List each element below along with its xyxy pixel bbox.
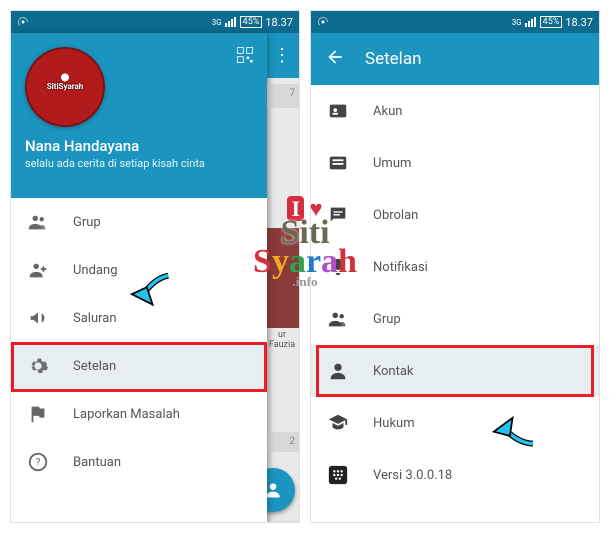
- menu-label: Undang: [73, 263, 118, 278]
- settings-header: Setelan: [311, 33, 599, 85]
- menu-item-undang[interactable]: Undang: [11, 246, 267, 294]
- settings-label: Umum: [373, 156, 411, 171]
- settings-item-notifikasi[interactable]: Notifikasi: [311, 241, 599, 293]
- broadcast-icon: [317, 16, 329, 28]
- settings-label: Hukum: [373, 416, 415, 431]
- graduation-cap-icon: [327, 412, 349, 434]
- battery-icon: 45%: [240, 16, 263, 28]
- status-bar: 3G 45% 18.37: [311, 11, 599, 33]
- contact-thumbnail[interactable]: [265, 228, 299, 328]
- menu-item-laporkan[interactable]: Laporkan Masalah: [11, 390, 267, 438]
- bbm-logo-icon: [327, 464, 349, 486]
- menu-item-grup[interactable]: Grup: [11, 198, 267, 246]
- settings-item-grup[interactable]: Grup: [311, 293, 599, 345]
- drawer-header: SitiSyarah Nana Handayana selalu ada cer…: [11, 33, 267, 198]
- settings-label: Versi 3.0.0.18: [373, 468, 452, 483]
- help-icon: ?: [27, 451, 49, 473]
- signal-icon: [525, 17, 537, 27]
- person-add-icon: [27, 259, 49, 281]
- settings-list: Akun Umum Obrolan Notifikasi Grup Kontak: [311, 85, 599, 501]
- menu-label: Laporkan Masalah: [73, 407, 180, 422]
- menu-label: Grup: [73, 215, 101, 230]
- account-card-icon: [327, 100, 349, 122]
- status-time: 18.37: [265, 16, 293, 29]
- settings-item-obrolan[interactable]: Obrolan: [311, 189, 599, 241]
- settings-item-kontak[interactable]: Kontak: [311, 345, 599, 397]
- settings-label: Notifikasi: [373, 260, 428, 275]
- sliders-icon: [327, 152, 349, 174]
- gear-icon: [27, 355, 49, 377]
- settings-label: Akun: [373, 104, 402, 119]
- back-icon[interactable]: [325, 47, 345, 72]
- settings-item-akun[interactable]: Akun: [311, 85, 599, 137]
- group-icon: [27, 211, 49, 233]
- settings-label: Kontak: [373, 364, 414, 379]
- signal-icon: [225, 17, 237, 27]
- chat-icon: [327, 204, 349, 226]
- phone-left-drawer: 3G 45% 18.37 ⋮ 7 ur Fauzia 2 SitiSyar: [10, 10, 300, 523]
- menu-item-bantuan[interactable]: ? Bantuan: [11, 438, 267, 486]
- menu-label: Bantuan: [73, 455, 121, 470]
- status-bar: 3G 45% 18.37: [11, 11, 299, 33]
- channel-icon: [27, 307, 49, 329]
- menu-item-saluran[interactable]: Saluran: [11, 294, 267, 342]
- avatar-label: SitiSyarah: [47, 83, 84, 92]
- flag-icon: [27, 403, 49, 425]
- settings-item-versi[interactable]: Versi 3.0.0.18: [311, 449, 599, 501]
- settings-label: Obrolan: [373, 208, 418, 223]
- overflow-menu-icon[interactable]: ⋮: [265, 33, 299, 78]
- drawer-scrim-background: ⋮ 7 ur Fauzia 2: [265, 33, 299, 522]
- group-icon: [327, 308, 349, 330]
- drawer-menu: Grup Undang Saluran Setelan Laporkan Mas…: [11, 198, 267, 486]
- battery-icon: 45%: [540, 16, 563, 28]
- menu-item-setelan[interactable]: Setelan: [11, 342, 267, 390]
- menu-label: Saluran: [73, 311, 117, 326]
- menu-label: Setelan: [73, 359, 116, 374]
- status-time: 18.37: [565, 16, 593, 29]
- contact-caption: ur Fauzia: [265, 328, 299, 352]
- bell-icon: [327, 256, 349, 278]
- settings-item-umum[interactable]: Umum: [311, 137, 599, 189]
- person-icon: [327, 360, 349, 382]
- profile-motto: selalu ada cerita di setiap kisah cinta: [25, 157, 253, 170]
- avatar[interactable]: SitiSyarah: [25, 47, 105, 127]
- profile-name: Nana Handayana: [25, 137, 253, 155]
- phone-right-settings: 3G 45% 18.37 Setelan Akun Umum Obrolan: [310, 10, 600, 523]
- settings-item-hukum[interactable]: Hukum: [311, 397, 599, 449]
- qr-code-icon[interactable]: [235, 45, 255, 65]
- settings-title: Setelan: [365, 49, 421, 69]
- svg-text:?: ?: [36, 458, 41, 469]
- settings-label: Grup: [373, 312, 401, 327]
- broadcast-icon: [17, 16, 29, 28]
